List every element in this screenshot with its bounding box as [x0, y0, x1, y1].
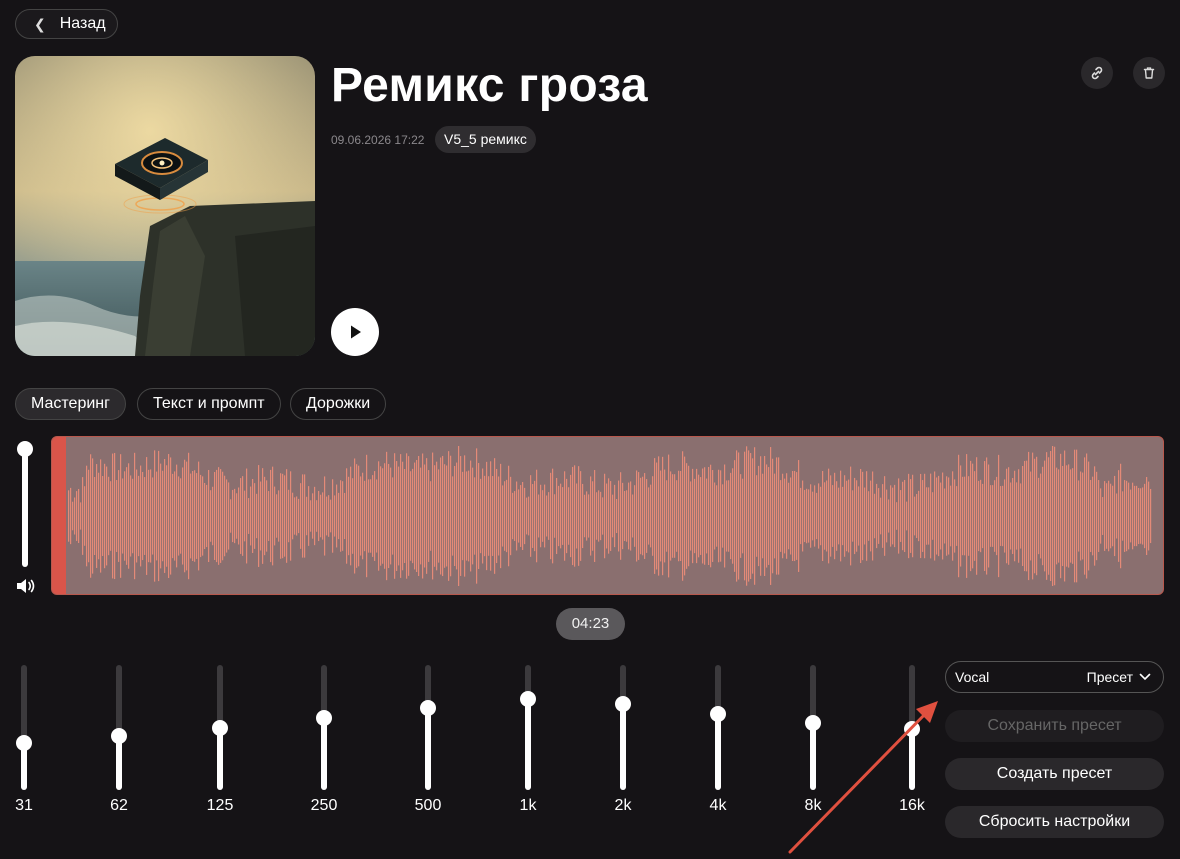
eq-band-label: 125	[206, 797, 234, 814]
eq-slider-knob-62[interactable]	[111, 728, 127, 745]
volume-slider-track[interactable]	[22, 449, 28, 567]
preset-dropdown[interactable]: Vocal Пресет	[945, 661, 1164, 693]
eq-band-label: 500	[414, 797, 442, 814]
speaker-icon[interactable]	[16, 578, 36, 599]
volume-slider-knob[interactable]	[17, 441, 33, 457]
back-button[interactable]: ❮ Назад	[15, 9, 118, 39]
back-label: Назад	[59, 15, 106, 32]
play-button[interactable]	[331, 308, 379, 356]
link-icon	[1091, 66, 1103, 80]
eq-slider-fill	[425, 707, 431, 790]
current-preset: Vocal	[955, 669, 990, 685]
annotation-arrow	[788, 701, 938, 854]
create-preset-button[interactable]: Создать пресет	[945, 758, 1164, 790]
eq-slider-knob-500[interactable]	[420, 699, 436, 716]
eq-slider-fill	[217, 727, 223, 790]
eq-slider-knob-2k[interactable]	[615, 695, 631, 712]
eq-band-label: 2k	[614, 797, 632, 814]
eq-slider-track-500[interactable]	[425, 665, 431, 790]
eq-slider-track-4k[interactable]	[715, 665, 721, 790]
save-preset-button[interactable]: Сохранить пресет	[945, 710, 1164, 742]
eq-slider-track-31[interactable]	[21, 665, 27, 790]
version-badge: V5_5 ремикс	[435, 126, 536, 153]
track-title: Ремикс гроза	[331, 59, 648, 112]
eq-slider-knob-1k[interactable]	[520, 690, 536, 707]
reset-settings-button[interactable]: Сбросить настройки	[945, 806, 1164, 838]
delete-button[interactable]	[1133, 57, 1165, 89]
link-button[interactable]	[1081, 57, 1113, 89]
tab-lyrics-prompt[interactable]: Текст и промпт	[137, 388, 281, 420]
trash-icon	[1143, 67, 1155, 79]
eq-slider-knob-250[interactable]	[316, 709, 332, 726]
preset-dropdown-label: Пресет	[1086, 669, 1133, 685]
eq-slider-fill	[116, 736, 122, 790]
eq-band-label: 62	[110, 797, 128, 814]
track-date: 09.06.2026 17:22	[331, 133, 425, 147]
eq-slider-knob-125[interactable]	[212, 719, 228, 736]
duration-label: 04:23	[556, 608, 625, 640]
tab-mastering[interactable]: Мастеринг	[15, 388, 126, 420]
eq-slider-knob-4k[interactable]	[710, 705, 726, 722]
waveform-bars	[68, 446, 1152, 586]
eq-band-label: 31	[15, 797, 33, 814]
eq-slider-fill	[525, 698, 531, 790]
eq-slider-fill	[321, 717, 327, 790]
chevron-left-icon: ❮	[34, 15, 46, 32]
tab-tracks[interactable]: Дорожки	[290, 388, 387, 420]
eq-slider-fill	[620, 703, 626, 790]
waveform[interactable]	[51, 436, 1164, 595]
eq-band-label: 4k	[709, 797, 727, 814]
eq-band-label: 250	[310, 797, 338, 814]
eq-slider-track-250[interactable]	[321, 665, 327, 790]
chevron-down-icon	[1139, 673, 1151, 681]
cover-art	[15, 56, 315, 356]
eq-slider-knob-31[interactable]	[16, 734, 32, 751]
play-icon	[351, 325, 361, 339]
eq-band-label: 1k	[519, 797, 537, 814]
eq-slider-fill	[715, 713, 721, 790]
eq-slider-track-2k[interactable]	[620, 665, 626, 790]
eq-slider-track-1k[interactable]	[525, 665, 531, 790]
